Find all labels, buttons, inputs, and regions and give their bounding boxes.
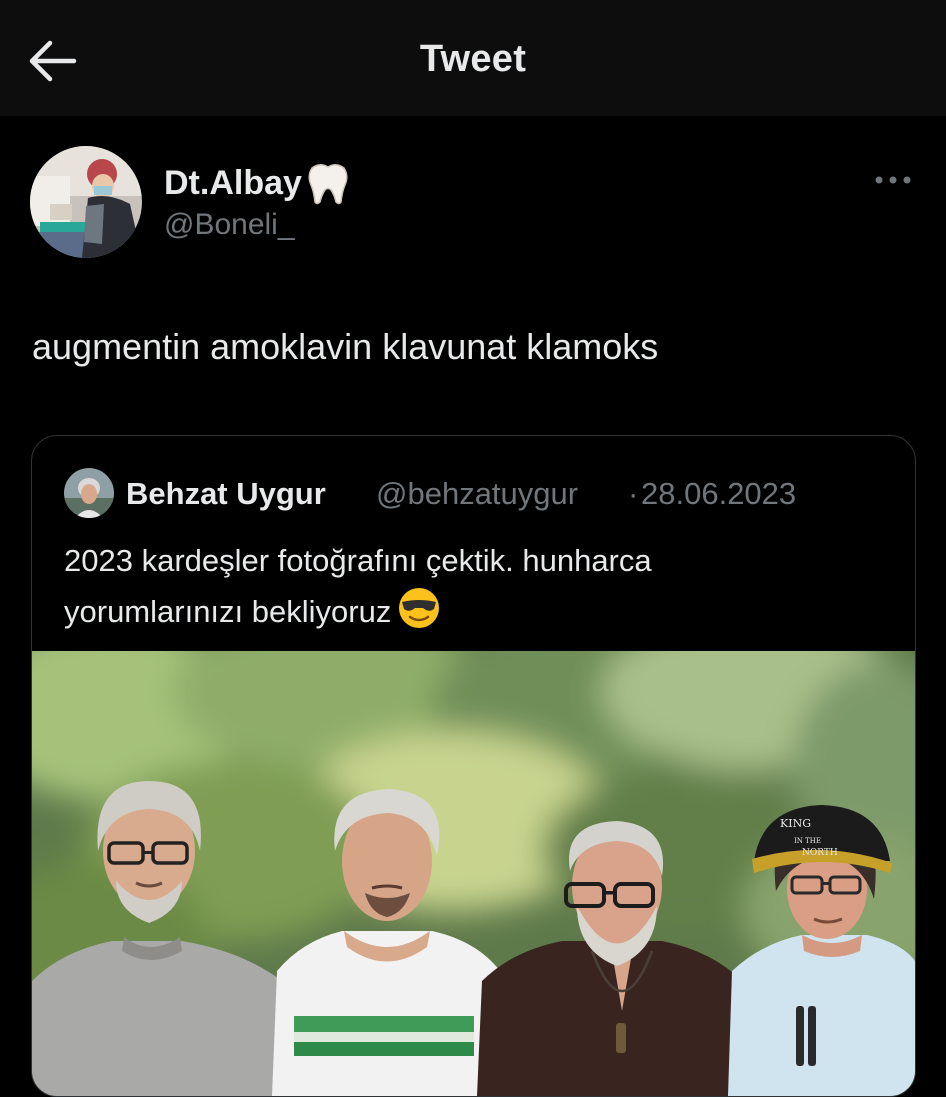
more-options-button[interactable] bbox=[872, 170, 914, 190]
author-name-text: Dt.Albay bbox=[164, 163, 302, 202]
sunglasses-face-emoji-icon bbox=[399, 588, 440, 628]
tooth-emoji-icon bbox=[308, 164, 348, 205]
quoted-author-handle: @behzatuygur bbox=[376, 476, 579, 511]
hat-text-north: NORTH bbox=[802, 848, 838, 858]
page-title: Tweet bbox=[419, 38, 527, 80]
quoted-tweet-text: 2023 kardeşler fotoğrafını çektik. hunha… bbox=[64, 536, 884, 637]
author-avatar[interactable] bbox=[30, 146, 142, 258]
more-horizontal-icon bbox=[875, 176, 911, 184]
tweet-text: augmentin amoklavin klavunat klamoks bbox=[32, 326, 659, 367]
hat-text-king: KING bbox=[780, 817, 811, 830]
author-display-name[interactable]: Dt.Albay bbox=[164, 160, 352, 206]
hat-text-in-the: IN THE bbox=[794, 837, 821, 845]
quoted-tweet-card[interactable]: Behzat Uygur @behzatuygur · 28.06.2023 2… bbox=[31, 435, 916, 1097]
quoted-text-line-1: 2023 kardeşler fotoğrafını çektik. hunha… bbox=[64, 543, 652, 578]
author-handle[interactable]: @Boneli_ bbox=[164, 208, 295, 242]
separator-dot: · bbox=[628, 476, 639, 511]
quoted-author-avatar bbox=[64, 468, 114, 518]
quoted-author-name: Behzat Uygur bbox=[126, 476, 326, 511]
top-bar: Tweet bbox=[0, 0, 946, 116]
quoted-text-line-2: yorumlarınızı bekliyoruz bbox=[64, 586, 884, 637]
quoted-text-line-2-text: yorumlarınızı bekliyoruz bbox=[64, 594, 392, 629]
quoted-tweet-photo[interactable]: KING IN THE NORTH bbox=[32, 651, 915, 1096]
quoted-tweet-date: 28.06.2023 bbox=[641, 476, 797, 511]
